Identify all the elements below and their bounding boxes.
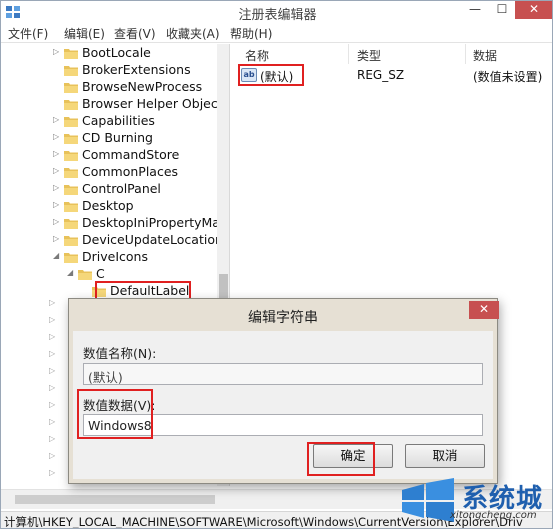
folder-icon (64, 151, 78, 161)
folder-icon (64, 185, 78, 195)
tree-node-label: CommandStore (82, 147, 180, 162)
tree-node[interactable]: ▷ DeviceUpdateLocations (1, 232, 229, 249)
title-bar: 注册表编辑器 — ☐ ✕ (1, 1, 552, 23)
site-watermark: 系统城 xitongcheng.com (398, 476, 553, 526)
tree-node[interactable]: BrokerExtensions (1, 62, 216, 79)
dialog-title: 编辑字符串 (248, 310, 318, 326)
expand-arrow-icon[interactable]: ▷ (53, 132, 63, 141)
menu-help[interactable]: 帮助(H) (230, 25, 272, 42)
minimize-button[interactable]: — (462, 1, 488, 19)
expand-arrow-icon[interactable]: ▷ (53, 183, 63, 192)
menu-view[interactable]: 查看(V) (114, 25, 156, 42)
folder-icon (64, 219, 78, 229)
minimize-icon: — (469, 2, 481, 16)
folder-icon (64, 66, 78, 76)
folder-icon (64, 117, 78, 127)
value-type: REG_SZ (357, 68, 405, 82)
tree-node[interactable]: ▷ Capabilities (1, 113, 216, 130)
folder-icon (64, 134, 78, 144)
edit-string-dialog: 编辑字符串 ✕ 数值名称(N): (默认) 数值数据(V): Windows8 … (68, 298, 499, 484)
expand-arrow-icon[interactable]: ▷ (53, 200, 63, 209)
column-header-name[interactable]: 名称 (245, 47, 269, 64)
highlight-ok-button (307, 442, 375, 476)
dialog-close-button[interactable]: ✕ (469, 301, 499, 319)
folder-icon (64, 202, 78, 212)
expand-arrow-icon[interactable]: ▷ (53, 234, 63, 243)
menu-file[interactable]: 文件(F) (8, 25, 48, 42)
value-name-label: 数值名称(N): (83, 346, 157, 361)
dialog-title-bar[interactable]: 编辑字符串 ✕ (69, 299, 499, 331)
tree-node[interactable]: ▷ Desktop (1, 198, 216, 215)
tree-node-label: DeviceUpdateLocations (82, 232, 230, 247)
tree-node-label: CommonPlaces (82, 164, 179, 179)
column-divider[interactable] (348, 44, 349, 64)
tree-node[interactable]: ▷ CD Burning (1, 130, 216, 147)
expand-arrow-icon[interactable]: ▷ (53, 115, 63, 124)
column-header-type[interactable]: 类型 (357, 47, 381, 64)
expand-arrow-icon[interactable]: ▷ (53, 217, 63, 226)
menu-bar: 文件(F) 编辑(E) 查看(V) 收藏夹(A) 帮助(H) (1, 23, 552, 43)
folder-icon (64, 168, 78, 178)
close-icon: ✕ (528, 2, 540, 16)
tree-node-label: DesktopIniPropertyMap (82, 215, 228, 230)
folder-icon (64, 83, 78, 93)
tree-node-label: C (96, 266, 105, 281)
maximize-button[interactable]: ☐ (489, 1, 515, 19)
cancel-button[interactable]: 取消 (405, 444, 485, 468)
menu-edit[interactable]: 编辑(E) (64, 25, 105, 42)
tree-node[interactable]: ▷ BootLocale (1, 45, 216, 62)
expand-arrow-icon[interactable]: ▷ (53, 166, 63, 175)
close-button[interactable]: ✕ (515, 1, 552, 19)
tree-node[interactable]: ◢ DriveIcons (1, 249, 216, 266)
tree-node[interactable]: ▷ CommonPlaces (1, 164, 216, 181)
tree-node-label: BrowseNewProcess (82, 79, 203, 94)
watermark-logo-icon (402, 478, 454, 522)
folder-icon (64, 49, 78, 59)
column-divider[interactable] (465, 44, 466, 64)
tree-node-label: ControlPanel (82, 181, 161, 196)
folder-icon (78, 270, 92, 280)
tree-node[interactable]: ▷ ControlPanel (1, 181, 216, 198)
tree-node-label: CD Burning (82, 130, 153, 145)
tree-node-label: DriveIcons (82, 249, 148, 264)
value-data: (数值未设置) (473, 70, 543, 84)
highlight-data-field (77, 389, 153, 439)
close-icon: ✕ (478, 302, 490, 316)
folder-icon (64, 236, 78, 246)
value-name-field[interactable]: (默认) (83, 363, 483, 385)
tree-node-label: Capabilities (82, 113, 155, 128)
tree-node[interactable]: ▷ DesktopIniPropertyMap (1, 215, 228, 232)
collapse-arrow-icon[interactable]: ◢ (53, 251, 63, 260)
tree-node-label: BootLocale (82, 45, 151, 60)
collapse-arrow-icon[interactable]: ◢ (67, 268, 77, 277)
column-header-data[interactable]: 数据 (473, 47, 497, 64)
tree-node[interactable]: ▷ CommandStore (1, 147, 216, 164)
tree-node-label: BrokerExtensions (82, 62, 191, 77)
folder-icon (64, 100, 78, 110)
tree-node-label: Browser Helper Objects (82, 96, 230, 111)
tree-node-label: Desktop (82, 198, 134, 213)
folder-icon (64, 253, 78, 263)
watermark-url: xitongcheng.com (450, 510, 537, 521)
tree-node[interactable]: BrowseNewProcess (1, 79, 216, 96)
expand-arrow-icon[interactable]: ▷ (53, 149, 63, 158)
expand-arrow-icon[interactable]: ▷ (53, 47, 63, 56)
menu-favorites[interactable]: 收藏夹(A) (166, 25, 220, 42)
horizontal-scroll-thumb[interactable] (15, 495, 215, 504)
tree-node[interactable]: Browser Helper Objects (1, 96, 229, 113)
maximize-icon: ☐ (496, 2, 508, 16)
highlight-default-value (238, 64, 304, 86)
